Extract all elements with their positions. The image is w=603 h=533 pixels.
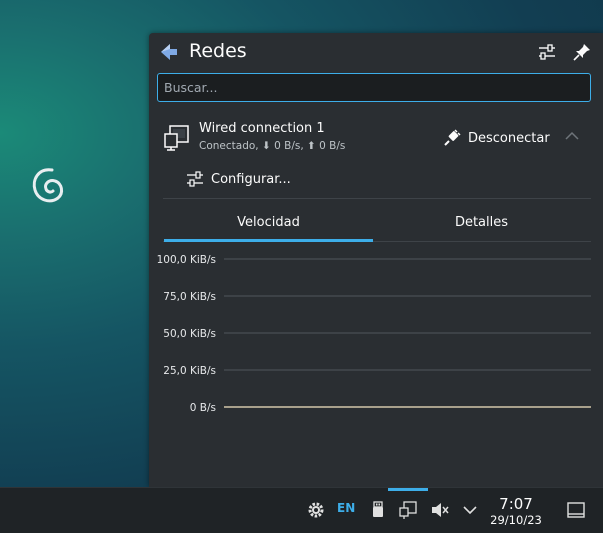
active-tab-indicator <box>164 239 373 242</box>
chevron-up-icon[interactable] <box>564 130 580 142</box>
taskbar: EN 7:07 29/10/23 <box>0 487 603 533</box>
search-input[interactable] <box>157 73 591 102</box>
clock-date[interactable]: 29/10/23 <box>484 513 548 527</box>
disconnect-label: Desconectar <box>468 130 550 146</box>
y-tick-label: 75,0 KiB/s <box>163 291 216 303</box>
connection-status: Conectado, ⬇ 0 B/s, ⬆ 0 B/s <box>199 140 346 152</box>
tab-velocidad[interactable]: Velocidad <box>164 205 373 241</box>
settings-sliders-icon[interactable] <box>537 42 557 62</box>
wired-network-icon <box>164 125 189 151</box>
keyboard-layout-indicator[interactable]: EN <box>337 501 355 515</box>
y-tick-label: 50,0 KiB/s <box>163 328 216 340</box>
settings-sliders-icon <box>187 171 203 187</box>
wired-network-icon[interactable] <box>398 500 418 520</box>
speaker-muted-icon[interactable] <box>430 500 450 520</box>
popup-title: Redes <box>189 40 247 62</box>
configure-label: Configurar... <box>211 171 291 187</box>
clock-time[interactable]: 7:07 <box>484 495 548 513</box>
configure-button[interactable]: Configurar... <box>186 168 291 190</box>
popup-header: Redes <box>149 33 603 71</box>
gear-icon[interactable] <box>306 500 326 520</box>
speed-chart: 100,0 KiB/s 75,0 KiB/s 50,0 KiB/s 25,0 KiB/… <box>157 254 591 414</box>
unplug-icon <box>444 129 461 146</box>
y-tick-label: 100,0 KiB/s <box>157 254 216 266</box>
y-tick-label: 0 B/s <box>190 402 216 414</box>
divider <box>163 198 591 199</box>
network-active-indicator <box>388 488 428 491</box>
y-tick-label: 25,0 KiB/s <box>163 365 216 377</box>
usb-device-icon[interactable] <box>368 500 388 520</box>
show-desktop-icon[interactable] <box>566 500 586 520</box>
back-arrow-icon[interactable] <box>159 42 179 62</box>
disconnect-button[interactable]: Desconectar <box>443 127 550 149</box>
pin-icon[interactable] <box>572 42 592 62</box>
connection-name: Wired connection 1 <box>199 121 325 136</box>
debian-logo-icon <box>32 168 64 203</box>
chevron-down-icon[interactable] <box>460 500 480 520</box>
network-applet-popup: Redes Wired connection 1 Conectado, ⬇ 0 … <box>149 33 603 487</box>
tab-detalles[interactable]: Detalles <box>377 205 586 241</box>
